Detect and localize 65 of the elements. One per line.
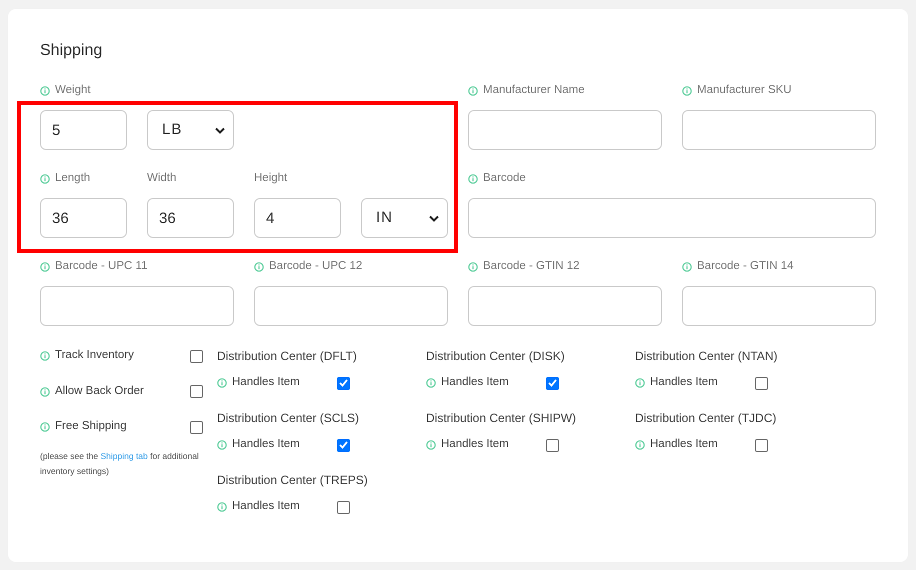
checkbox[interactable]	[337, 376, 350, 390]
input-field[interactable]	[254, 286, 448, 326]
checkbox[interactable]	[190, 350, 203, 362]
distribution-center-title: Distribution Center (SHIPW)	[426, 410, 578, 427]
handles-item-label: Handles Item	[650, 375, 718, 390]
field-label: Weight	[55, 83, 91, 98]
inventory-note: (please see the Shipping tab for additional inventory settings)	[40, 450, 200, 478]
checkbox[interactable]	[755, 438, 768, 452]
field-label: Length	[55, 171, 90, 186]
distribution-center-title: Distribution Center (TREPS)	[217, 472, 369, 489]
handles-item-label: Handles Item	[232, 499, 300, 514]
unit-select[interactable]: IN	[361, 198, 448, 238]
field-label: Barcode - GTIN 12	[483, 259, 580, 274]
handles-item-label: Handles Item	[650, 437, 718, 452]
field-label: Manufacturer Name	[483, 83, 585, 98]
checkbox[interactable]	[190, 385, 203, 398]
input-field[interactable]	[468, 286, 662, 326]
distribution-center-title: Distribution Center (SCLS)	[217, 410, 360, 427]
handles-item-label: Handles Item	[232, 437, 300, 452]
info-icon	[426, 440, 436, 450]
info-icon	[635, 440, 645, 450]
info-icon	[40, 422, 50, 432]
input-field[interactable]	[682, 286, 876, 326]
field-label: Manufacturer SKU	[697, 83, 792, 98]
distribution-center-title: Distribution Center (NTAN)	[635, 348, 778, 365]
section-title: Shipping	[40, 41, 104, 61]
input-field[interactable]: 4	[254, 198, 341, 238]
info-icon	[40, 351, 50, 361]
field-label: Width	[147, 171, 176, 186]
info-icon	[217, 440, 227, 450]
unit-select[interactable]: LB	[147, 110, 234, 150]
handles-item-label: Handles Item	[441, 437, 509, 452]
info-icon	[40, 386, 50, 396]
input-field[interactable]	[468, 198, 876, 238]
handles-item-label: Handles Item	[441, 375, 509, 390]
input-field[interactable]: 36	[40, 198, 127, 238]
field-label: Barcode - GTIN 14	[697, 259, 794, 274]
checkbox[interactable]	[546, 376, 559, 390]
distribution-center-title: Distribution Center (DISK)	[426, 348, 566, 365]
chevron-down-icon	[215, 126, 225, 134]
checkbox[interactable]	[755, 376, 768, 390]
input-field[interactable]: 36	[147, 198, 234, 238]
distribution-center-title: Distribution Center (TJDC)	[635, 410, 778, 427]
option-label: Free Shipping	[55, 419, 127, 434]
field-label: Barcode	[483, 171, 526, 186]
field-label: Barcode - UPC 12	[269, 259, 362, 274]
handles-item-label: Handles Item	[232, 375, 300, 390]
info-icon	[426, 378, 436, 388]
input-field[interactable]	[682, 110, 876, 150]
option-label: Track Inventory	[55, 348, 134, 364]
info-icon	[217, 502, 227, 512]
input-field[interactable]: 5	[40, 110, 127, 150]
info-icon	[217, 378, 227, 388]
field-label: Height	[254, 171, 288, 186]
chevron-down-icon	[429, 214, 439, 222]
checkbox[interactable]	[190, 420, 203, 434]
input-field[interactable]	[468, 110, 662, 150]
input-field[interactable]	[40, 286, 234, 326]
field-label: Barcode - UPC 11	[55, 259, 148, 274]
checkbox[interactable]	[337, 500, 350, 514]
checkbox[interactable]	[546, 438, 559, 452]
distribution-center-title: Distribution Center (DFLT)	[217, 348, 358, 365]
info-icon	[635, 378, 645, 388]
option-label: Allow Back Order	[55, 384, 144, 399]
checkbox[interactable]	[337, 438, 350, 452]
